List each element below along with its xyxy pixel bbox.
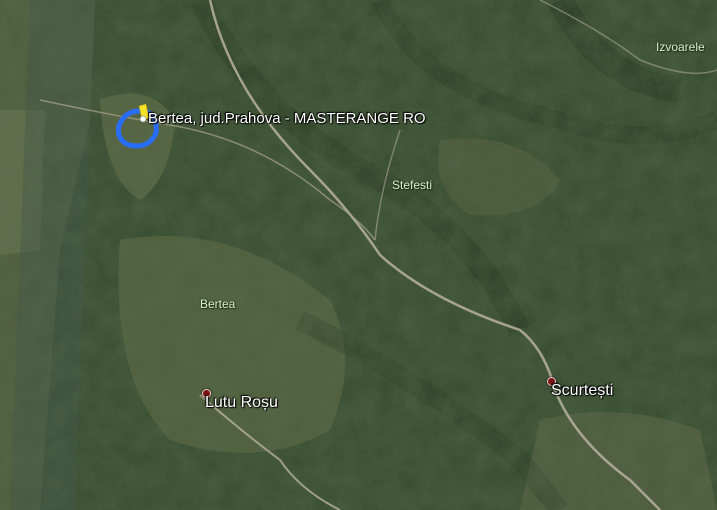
placemark-point[interactable] (139, 115, 147, 123)
satellite-map[interactable]: Bertea, jud.Prahova - MASTERANGE RO Izvo… (0, 0, 717, 510)
region-label-stefesti: Stefesti (392, 178, 433, 192)
region-label-bertea: Bertea (200, 297, 236, 311)
placemark-label[interactable]: Bertea, jud.Prahova - MASTERANGE RO (148, 110, 426, 127)
region-label-izvoarele: Izvoarele (656, 40, 705, 54)
town-label-scurtesti[interactable]: Scurtești (551, 382, 613, 400)
satellite-terrain (0, 0, 717, 510)
town-label-lutu-rosu[interactable]: Lutu Roșu (205, 394, 278, 412)
